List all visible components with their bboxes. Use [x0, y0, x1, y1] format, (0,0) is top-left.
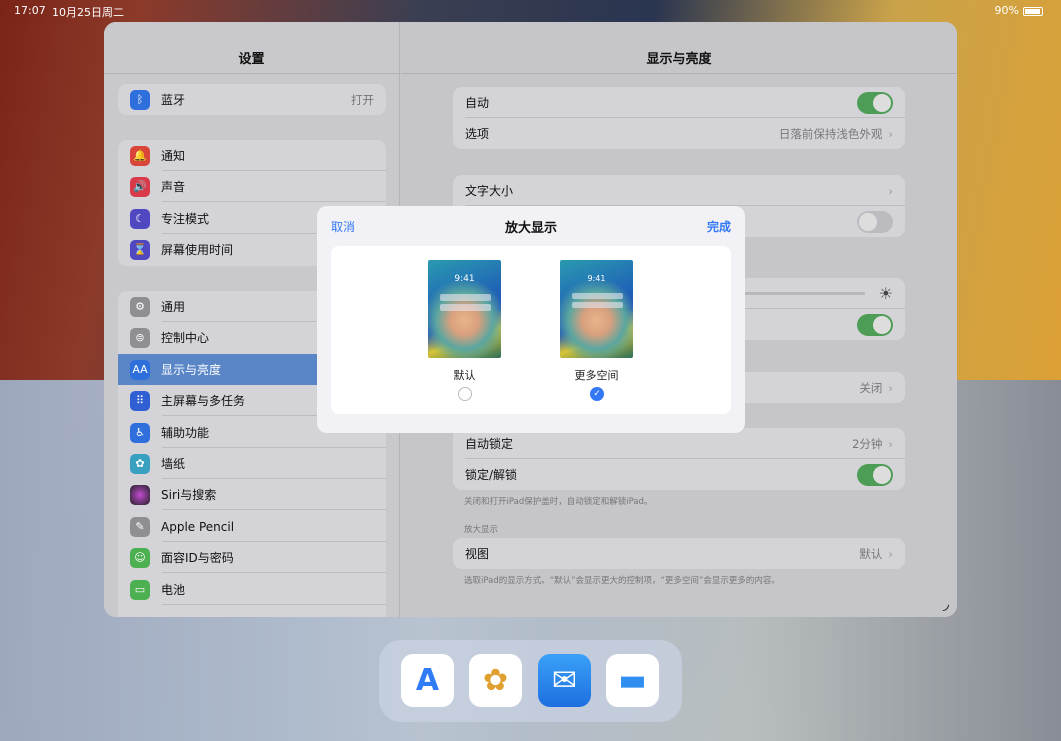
label: 视图: [465, 545, 489, 562]
option-more-space-label[interactable]: 更多空间: [560, 367, 633, 383]
zoom-section-header: 放大显示: [464, 523, 498, 535]
sidebar-item-apple-pencil[interactable]: ✎ Apple Pencil: [118, 511, 386, 542]
view-footer: 选取iPad的显示方式。“默认”会显示更大的控制项，“更多空间”会显示更多的内容…: [464, 574, 780, 586]
sidebar-item-sounds[interactable]: 🔊 声音: [118, 171, 386, 202]
mail-icon[interactable]: ✉: [538, 654, 591, 707]
sidebar-item-notifications[interactable]: 🔔 通知: [118, 140, 386, 171]
bluetooth-value: 打开: [351, 92, 374, 108]
bluetooth-icon: ᛒ: [130, 90, 150, 110]
label: 蓝牙: [161, 91, 185, 108]
label: 通知: [161, 147, 185, 164]
label: 自动锁定: [465, 435, 513, 452]
label: 电池: [161, 581, 185, 598]
option-default-radio[interactable]: [458, 387, 472, 401]
status-battery: 90%: [995, 4, 1019, 17]
accessibility-icon: ♿: [130, 423, 150, 443]
text-size-icon: AA: [130, 360, 150, 380]
label: 锁定/解锁: [465, 466, 517, 483]
hourglass-icon: ⌛: [130, 240, 150, 260]
label: 专注模式: [161, 210, 209, 227]
default-preview[interactable]: 9:41: [428, 260, 501, 358]
lock-unlock-row: 锁定/解锁: [453, 459, 905, 490]
checkmark-icon[interactable]: ✓: [590, 387, 604, 401]
switches-icon: ⊜: [130, 328, 150, 348]
detail-title: 显示与亮度: [401, 48, 957, 67]
bold-text-toggle[interactable]: [857, 211, 893, 233]
sidebar-item-face-id[interactable]: ☺ 面容ID与密码: [118, 542, 386, 573]
more-space-preview[interactable]: 9:41: [560, 260, 633, 358]
label: 选项: [465, 125, 489, 142]
faceid-icon: ☺: [130, 548, 150, 568]
label: 声音: [161, 178, 185, 195]
auto-appearance-row: 自动: [453, 87, 905, 118]
label: Siri与搜索: [161, 486, 216, 503]
sidebar-item-bluetooth[interactable]: ᛒ 蓝牙 打开: [118, 84, 386, 115]
view-row[interactable]: 视图 默认 ›: [453, 538, 905, 569]
chevron-right-icon: ›: [888, 547, 893, 561]
chevron-right-icon: ›: [888, 437, 893, 451]
done-button[interactable]: 完成: [707, 218, 731, 235]
bell-icon: 🔔: [130, 146, 150, 166]
label: 面容ID与密码: [161, 549, 234, 566]
flower-icon: ✿: [130, 454, 150, 474]
night-shift-value: 关闭: [859, 381, 882, 395]
status-time: 17:07: [14, 4, 46, 17]
label: Apple Pencil: [161, 520, 234, 534]
label: 显示与亮度: [161, 361, 221, 378]
lock-unlock-toggle[interactable]: [857, 464, 893, 486]
label: 主屏幕与多任务: [161, 392, 245, 409]
auto-toggle[interactable]: [857, 92, 893, 114]
label: 通用: [161, 298, 185, 315]
view-value: 默认: [859, 547, 882, 561]
app-store-icon[interactable]: A: [401, 654, 454, 707]
status-date: 10月25日周二: [52, 4, 124, 20]
battery-icon: [1023, 7, 1043, 16]
siri-icon: [130, 485, 150, 505]
sidebar-title: 设置: [104, 48, 399, 67]
chevron-right-icon: ›: [888, 184, 893, 198]
sidebar-item-wallpaper[interactable]: ✿ 墙纸: [118, 448, 386, 479]
display-zoom-modal: 取消 放大显示 完成 9:41 默认 9:41 更多空间 ✓: [317, 206, 745, 433]
speaker-icon: 🔊: [130, 177, 150, 197]
options-row[interactable]: 选项 日落前保持浅色外观 ›: [453, 118, 905, 149]
chevron-right-icon: ›: [888, 127, 893, 141]
gear-icon: ⚙: [130, 297, 150, 317]
photos-icon[interactable]: ✿: [469, 654, 522, 707]
label: 辅助功能: [161, 424, 209, 441]
options-value: 日落前保持浅色外观: [779, 127, 883, 141]
moon-icon: ☾: [130, 209, 150, 229]
battery-icon: ▭: [130, 580, 150, 600]
sidebar-item-battery[interactable]: ▭ 电池: [118, 574, 386, 605]
sidebar-item-siri[interactable]: Siri与搜索: [118, 479, 386, 510]
label: 文字大小: [465, 182, 513, 199]
sun-icon: ☀: [879, 284, 893, 303]
label: 屏幕使用时间: [161, 241, 233, 258]
option-default-label[interactable]: 默认: [428, 367, 501, 383]
modal-title: 放大显示: [317, 217, 745, 236]
files-icon[interactable]: ▬: [606, 654, 659, 707]
pencil-icon: ✎: [130, 517, 150, 537]
auto-lock-value: 2分钟: [852, 437, 882, 451]
preview-time: 9:41: [428, 274, 501, 284]
label: 墙纸: [161, 455, 185, 472]
preview-time: 9:41: [560, 274, 633, 283]
label: 自动: [465, 94, 489, 111]
text-size-row[interactable]: 文字大小 ›: [453, 175, 905, 206]
true-tone-toggle[interactable]: [857, 314, 893, 336]
resize-handle-icon[interactable]: ◞: [943, 594, 949, 613]
grid-icon: ⠿: [130, 391, 150, 411]
label: 控制中心: [161, 329, 209, 346]
chevron-right-icon: ›: [888, 381, 893, 395]
dock: A ✿ ✉ ▬: [379, 640, 682, 722]
lock-footer: 关闭和打开iPad保护盖时，自动锁定和解锁iPad。: [464, 495, 652, 507]
